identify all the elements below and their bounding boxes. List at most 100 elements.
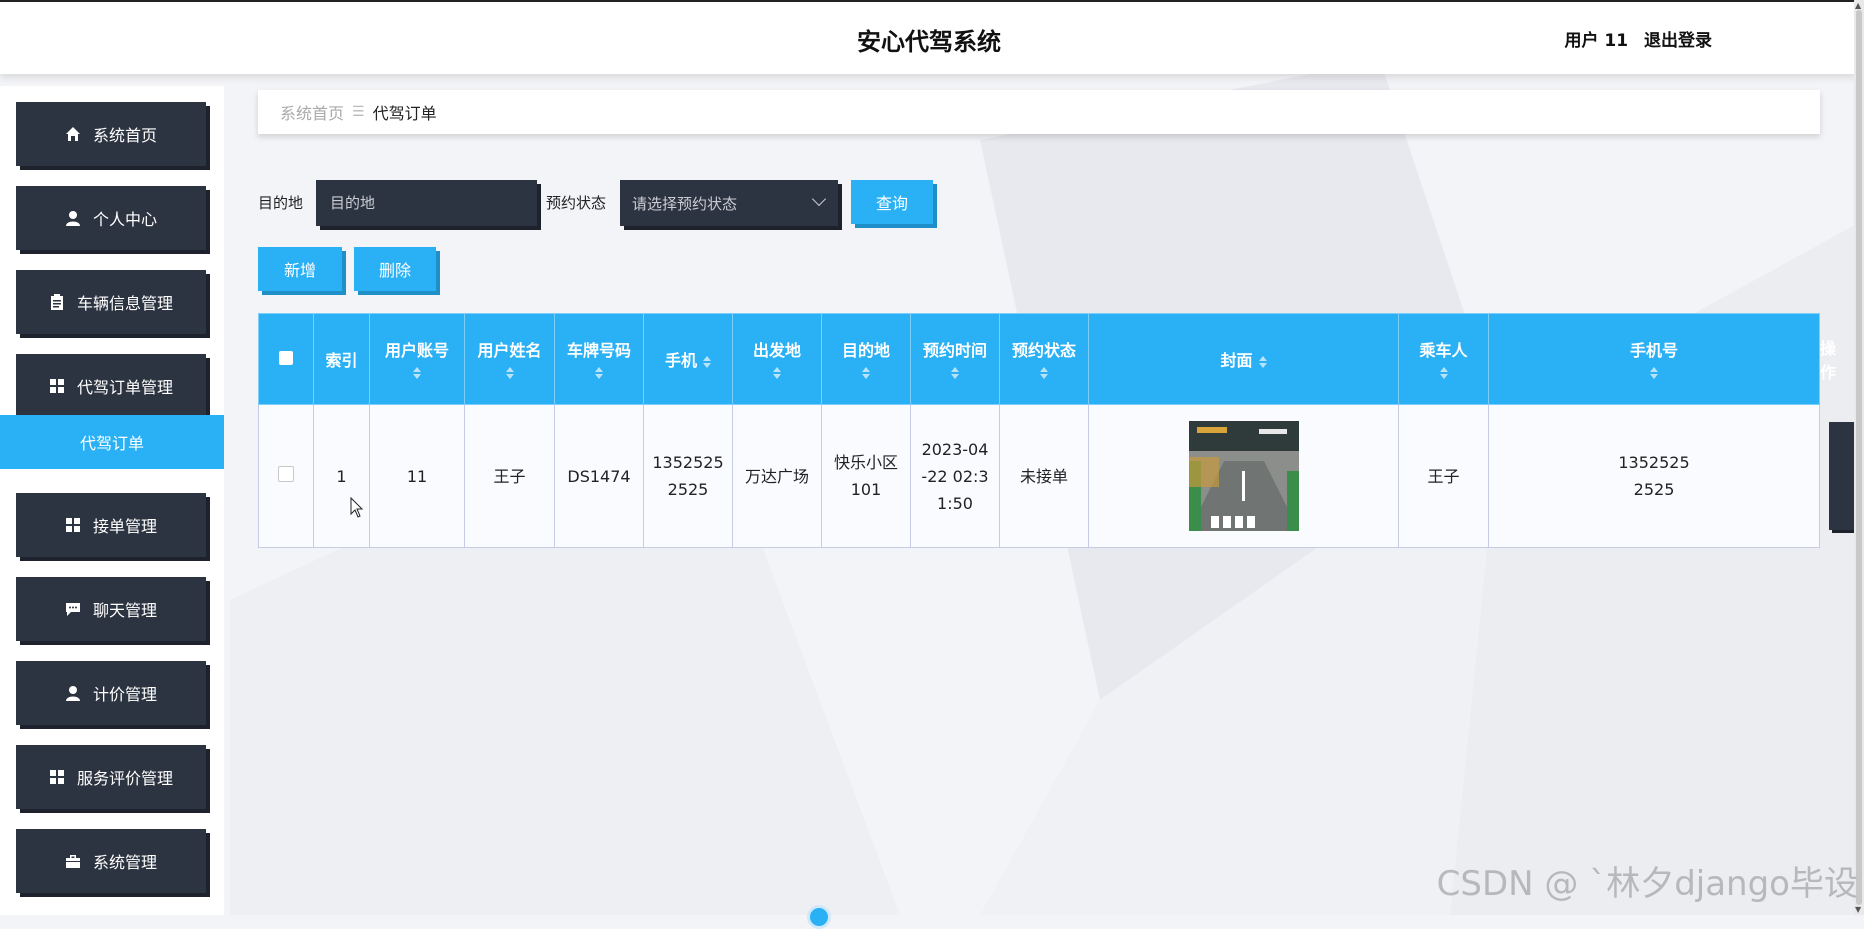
csdn-watermark: CSDN @ ˋ林夕django毕设 — [1436, 864, 1858, 904]
sidebar-item-label: 接单管理 — [92, 517, 157, 536]
cell-mobile: 1352525 2525 — [1488, 404, 1821, 548]
sort-icon[interactable] — [861, 367, 871, 379]
breadcrumb-separator-icon: ☰ — [352, 104, 365, 120]
select-all-checkbox[interactable] — [279, 350, 293, 365]
destination-field[interactable] — [316, 180, 537, 226]
sidebar-item-orders[interactable]: 代驾订单管理 — [16, 354, 206, 418]
sidebar-item-label: 系统首页 — [92, 126, 157, 145]
cover-image[interactable] — [1188, 421, 1299, 531]
user-icon — [65, 686, 80, 701]
cell-time: 2023-04 -22 02:3 1:50 — [910, 404, 1000, 548]
column-header-destination[interactable]: 目的地 — [821, 313, 911, 405]
scrollbar-thumb[interactable] — [1856, 10, 1862, 905]
sidebar-item-label: 个人中心 — [92, 210, 157, 229]
cell-destination: 快乐小区 101 — [821, 404, 911, 548]
add-button[interactable]: 新增 — [258, 247, 342, 291]
sort-icon[interactable] — [703, 354, 711, 370]
sidebar: 系统首页 个人中心 车辆信息管理 代驾订单管理 代驾订单 接单管理 聊天管理 计… — [0, 86, 224, 915]
clipboard-icon — [50, 294, 63, 310]
logout-link[interactable]: 退出登录 — [1644, 31, 1712, 51]
cell-name: 王子 — [464, 404, 555, 548]
sidebar-item-profile[interactable]: 个人中心 — [16, 186, 206, 250]
column-header-name[interactable]: 用户姓名 — [464, 313, 555, 405]
cell-text: 2525 — [1633, 480, 1675, 499]
sort-icon[interactable] — [412, 367, 422, 379]
column-header-label: 用户姓名 — [477, 341, 542, 360]
column-header-account[interactable]: 用户账号 — [369, 313, 465, 405]
column-header-origin[interactable]: 出发地 — [732, 313, 822, 405]
cell-cover — [1087, 404, 1400, 548]
status-select[interactable]: 请选择预约状态 — [620, 180, 838, 226]
batch-delete-button[interactable]: 删除 — [354, 247, 436, 291]
sort-icon[interactable] — [505, 367, 515, 379]
column-header-label: 目的地 — [841, 341, 890, 360]
top-bar: 安心代驾系统 用户 11 退出登录 — [0, 0, 1858, 74]
user-label: 用户 11 — [1564, 31, 1629, 51]
sidebar-item-label: 计价管理 — [92, 685, 157, 704]
user-area: 用户 11 退出登录 — [1565, 26, 1713, 51]
sidebar-subitem-orders[interactable]: 代驾订单 — [0, 415, 224, 469]
sidebar-item-label: 车辆信息管理 — [76, 294, 173, 313]
scroll-down-icon[interactable]: ▼ — [1855, 905, 1861, 914]
sidebar-item-system[interactable]: 系统管理 — [16, 829, 206, 893]
breadcrumb-home[interactable]: 系统首页 — [280, 100, 344, 124]
column-header-plate[interactable]: 车牌号码 — [554, 313, 644, 405]
grid-icon — [49, 770, 64, 784]
column-header-time[interactable]: 预约时间 — [910, 313, 1000, 405]
sort-icon[interactable] — [1649, 367, 1659, 379]
destination-input[interactable] — [328, 193, 537, 213]
breadcrumb: 系统首页 ☰ 代驾订单 — [258, 90, 1820, 134]
orders-table: 索引 用户账号 用户姓名 车牌号码 手机 出发地 目的地 预约时间 预约状态 封… — [258, 313, 1864, 548]
cell-account: 11 — [369, 404, 465, 548]
cell-text: 快乐小区 — [833, 453, 898, 472]
sidebar-item-home[interactable]: 系统首页 — [16, 102, 206, 166]
page-scrollbar[interactable]: ▲ ▼ — [1854, 0, 1864, 915]
table-row: 1 11 王子 DS1474 1352525 2525 万达广场 快乐小区 101 … — [258, 404, 1864, 548]
scroll-up-icon[interactable]: ▲ — [1855, 1, 1861, 10]
column-header-label: 用户账号 — [384, 341, 449, 360]
breadcrumb-current: 代驾订单 — [372, 104, 437, 123]
cell-plate: DS1474 — [554, 404, 644, 548]
sidebar-item-pricing[interactable]: 计价管理 — [16, 661, 206, 725]
sidebar-item-label: 服务评价管理 — [76, 769, 173, 788]
sidebar-item-accept[interactable]: 接单管理 — [16, 493, 206, 557]
sort-icon[interactable] — [594, 367, 604, 379]
column-header-phone[interactable]: 手机 — [643, 313, 733, 405]
sort-icon[interactable] — [950, 367, 960, 379]
column-header-passenger[interactable]: 乘车人 — [1398, 313, 1490, 405]
select-all-cell[interactable] — [258, 313, 314, 405]
column-header-cover[interactable]: 封面 — [1087, 313, 1400, 405]
cell-index: 1 — [313, 404, 370, 548]
sort-icon[interactable] — [1039, 367, 1049, 379]
sidebar-item-chat[interactable]: 聊天管理 — [16, 577, 206, 641]
status-select-placeholder: 请选择预约状态 — [632, 194, 738, 213]
cell-text: 2023-04 — [921, 439, 989, 459]
sidebar-item-label: 代驾订单管理 — [76, 378, 173, 397]
sidebar-item-vehicles[interactable]: 车辆信息管理 — [16, 270, 206, 334]
chat-icon — [65, 603, 80, 616]
sort-icon[interactable] — [1439, 367, 1449, 379]
sort-icon[interactable] — [1258, 354, 1267, 370]
scroll-indicator-dot[interactable] — [807, 905, 831, 929]
column-header-label: 乘车人 — [1419, 341, 1468, 360]
column-header-status[interactable]: 预约状态 — [999, 313, 1089, 405]
cell-text: 2525 — [667, 480, 709, 499]
column-header-label: 出发地 — [752, 341, 801, 360]
column-header-label: 手机 — [664, 351, 697, 370]
grid-icon — [65, 518, 80, 532]
row-select-cell[interactable] — [258, 404, 314, 548]
destination-label: 目的地 — [258, 194, 304, 212]
user-icon — [65, 211, 80, 226]
sidebar-item-reviews[interactable]: 服务评价管理 — [16, 745, 206, 809]
query-button[interactable]: 查询 — [851, 180, 933, 224]
column-header-label: 封面 — [1220, 351, 1253, 370]
cell-origin: 万达广场 — [732, 404, 822, 548]
row-checkbox[interactable] — [278, 465, 294, 482]
sort-icon[interactable] — [772, 367, 782, 379]
column-header-label: 手机号 — [1630, 341, 1679, 360]
column-header: 索引 — [313, 313, 370, 405]
column-header-mobile[interactable]: 手机号 — [1488, 313, 1821, 405]
column-header-label: 预约时间 — [922, 341, 987, 360]
cell-text: 101 — [850, 480, 882, 499]
briefcase-icon — [65, 855, 80, 868]
